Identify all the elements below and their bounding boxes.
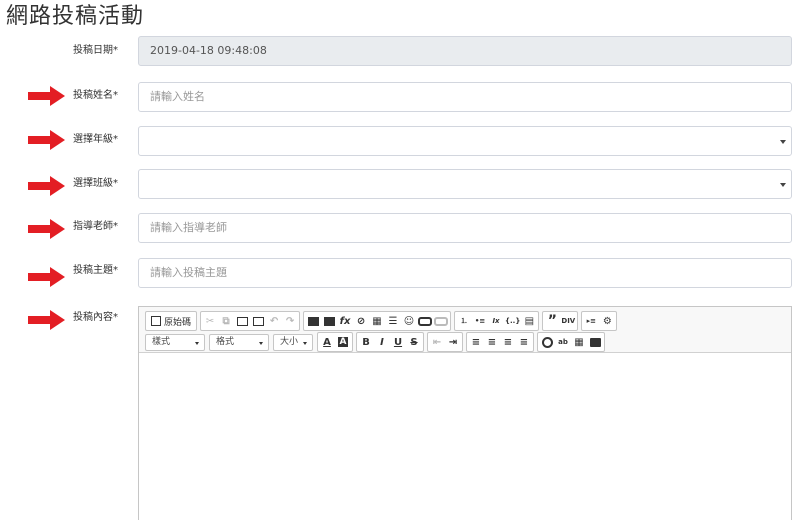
paste-icon[interactable] xyxy=(234,313,250,329)
smiley-icon[interactable]: ☺ xyxy=(401,313,417,329)
undo-icon[interactable]: ↶ xyxy=(266,313,282,329)
strikethrough-icon[interactable]: S xyxy=(406,334,422,350)
special-char-icon[interactable]: ⊘ xyxy=(353,313,369,329)
formula-icon[interactable]: fx xyxy=(337,313,353,329)
redo-icon[interactable]: ↷ xyxy=(282,313,298,329)
copy-icon[interactable]: ⧉ xyxy=(218,313,234,329)
name-label: 投稿姓名* xyxy=(73,90,118,101)
size-combo[interactable]: 大小 xyxy=(273,333,313,351)
indent-text-icon[interactable]: ▸≡ xyxy=(583,313,599,329)
horizontal-rule-icon[interactable]: ☰ xyxy=(385,313,401,329)
unlink-icon[interactable] xyxy=(433,313,449,329)
grade-label: 選擇年級* xyxy=(73,134,118,145)
align-group: ≡ ≡ ≡ ≡ xyxy=(466,332,534,352)
indent-icon[interactable]: ⇥ xyxy=(445,334,461,350)
bold-icon[interactable]: B xyxy=(358,334,374,350)
tools-group: ▸≡ ⚙ xyxy=(581,311,618,331)
format-combo[interactable]: 格式 xyxy=(209,333,269,351)
content-label: 投稿內容* xyxy=(73,312,118,323)
name-input[interactable]: 請輸入姓名 xyxy=(138,82,792,112)
flash-icon[interactable] xyxy=(321,313,337,329)
link-icon[interactable] xyxy=(417,313,433,329)
insert-group: fx ⊘ ▦ ☰ ☺ xyxy=(303,311,452,331)
styles-combo[interactable]: 樣式 xyxy=(145,333,205,351)
class-select[interactable] xyxy=(138,169,792,199)
teacher-input[interactable]: 請輸入指導老師 xyxy=(138,213,792,243)
find-icon[interactable] xyxy=(539,334,555,350)
grade-select[interactable] xyxy=(138,126,792,156)
source-label: 原始碼 xyxy=(164,317,192,328)
align-right-icon[interactable]: ≡ xyxy=(500,334,516,350)
clipboard-group: ✂ ⧉ ↶ ↷ xyxy=(200,311,301,331)
source-button[interactable]: 原始碼 xyxy=(147,313,195,329)
align-center-icon[interactable]: ≡ xyxy=(484,334,500,350)
settings-icon[interactable]: ⚙ xyxy=(599,313,615,329)
cut-icon[interactable]: ✂ xyxy=(202,313,218,329)
quote-group: ” DIV xyxy=(542,311,579,331)
outdent-icon[interactable]: ⇤ xyxy=(429,334,445,350)
source-group: 原始碼 xyxy=(145,311,198,331)
teacher-label: 指導老師* xyxy=(73,221,118,232)
editor-toolbar: 原始碼 ✂ ⧉ ↶ ↷ fx ⊘ ▦ ☰ ☺ ⒈ •≡ Ix {..} ▤ ” … xyxy=(139,307,791,353)
create-div-icon[interactable]: DIV xyxy=(560,313,576,329)
date-field: 2019-04-18 09:48:08 xyxy=(138,36,792,66)
indent-group: ⇤ ⇥ xyxy=(427,332,463,352)
block-icon[interactable]: {..} xyxy=(504,313,521,329)
bg-color-glyph: A xyxy=(337,337,349,347)
paste-word-icon[interactable] xyxy=(250,313,266,329)
image-icon[interactable] xyxy=(305,313,321,329)
basic-style-group: B I U S xyxy=(356,332,424,352)
bulleted-list-icon[interactable]: •≡ xyxy=(472,313,488,329)
text-color-icon[interactable]: A xyxy=(319,334,335,350)
rich-text-editor: 原始碼 ✂ ⧉ ↶ ↷ fx ⊘ ▦ ☰ ☺ ⒈ •≡ Ix {..} ▤ ” … xyxy=(138,306,792,520)
numbered-list-icon[interactable]: ⒈ xyxy=(456,313,472,329)
blockquote-icon[interactable]: ” xyxy=(544,313,560,329)
show-blocks-icon[interactable]: ▤ xyxy=(521,313,537,329)
underline-icon[interactable]: U xyxy=(390,334,406,350)
subject-label: 投稿主題* xyxy=(73,265,118,276)
justify-icon[interactable]: ≡ xyxy=(516,334,532,350)
find-group: ab ▦ xyxy=(537,332,605,352)
editor-content-area[interactable] xyxy=(139,353,791,520)
table-icon[interactable]: ▦ xyxy=(369,313,385,329)
date-label: 投稿日期* xyxy=(73,45,118,56)
subject-input[interactable]: 請輸入投稿主題 xyxy=(138,258,792,288)
align-left-icon[interactable]: ≡ xyxy=(468,334,484,350)
list-group: ⒈ •≡ Ix {..} ▤ xyxy=(454,311,540,331)
color-group: A A xyxy=(317,332,353,352)
class-label: 選擇班級* xyxy=(73,178,118,189)
source-icon xyxy=(151,316,161,326)
italic-icon[interactable]: I xyxy=(374,334,390,350)
remove-format-icon[interactable]: Ix xyxy=(488,313,504,329)
replace-icon[interactable]: ab xyxy=(555,334,571,350)
select-all-icon[interactable]: ▦ xyxy=(571,334,587,350)
bg-color-icon[interactable]: A xyxy=(335,334,351,350)
maximize-icon[interactable] xyxy=(587,334,603,350)
page-title: 網路投稿活動 xyxy=(6,4,145,29)
